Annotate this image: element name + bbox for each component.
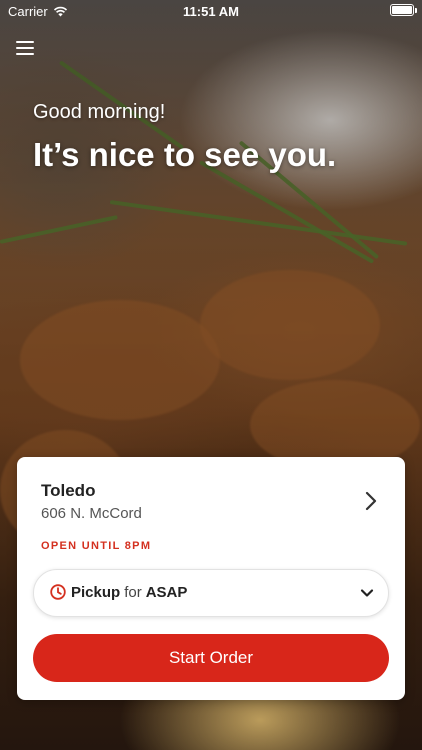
menu-icon[interactable] <box>16 40 34 56</box>
start-order-button[interactable]: Start Order <box>33 634 389 682</box>
clock-icon <box>50 584 66 600</box>
order-mode-time: ASAP <box>145 584 188 601</box>
location-name: Toledo <box>41 481 96 500</box>
location-selector[interactable]: Toledo 606 N. McCord <box>41 479 381 525</box>
order-mode-type: Pickup <box>71 584 121 601</box>
battery-icon <box>390 4 417 16</box>
chevron-down-icon <box>360 589 374 597</box>
location-address: 606 N. McCord <box>41 505 142 522</box>
hours-label: OPEN UNTIL 8PM <box>41 540 152 552</box>
status-time: 11:51 AM <box>183 4 239 19</box>
order-mode-connector: for <box>124 584 142 601</box>
order-mode-text: Pickup for ASAP <box>71 584 187 601</box>
welcome-headline: It’s nice to see you. <box>33 136 337 173</box>
status-bar: Carrier 11:51 AM <box>0 0 422 22</box>
chevron-right-icon <box>365 491 377 511</box>
order-mode-selector[interactable]: Pickup for ASAP <box>33 569 389 617</box>
order-card: Toledo 606 N. McCord OPEN UNTIL 8PM Pick… <box>17 457 405 700</box>
greeting-text: Good morning! <box>33 101 166 123</box>
